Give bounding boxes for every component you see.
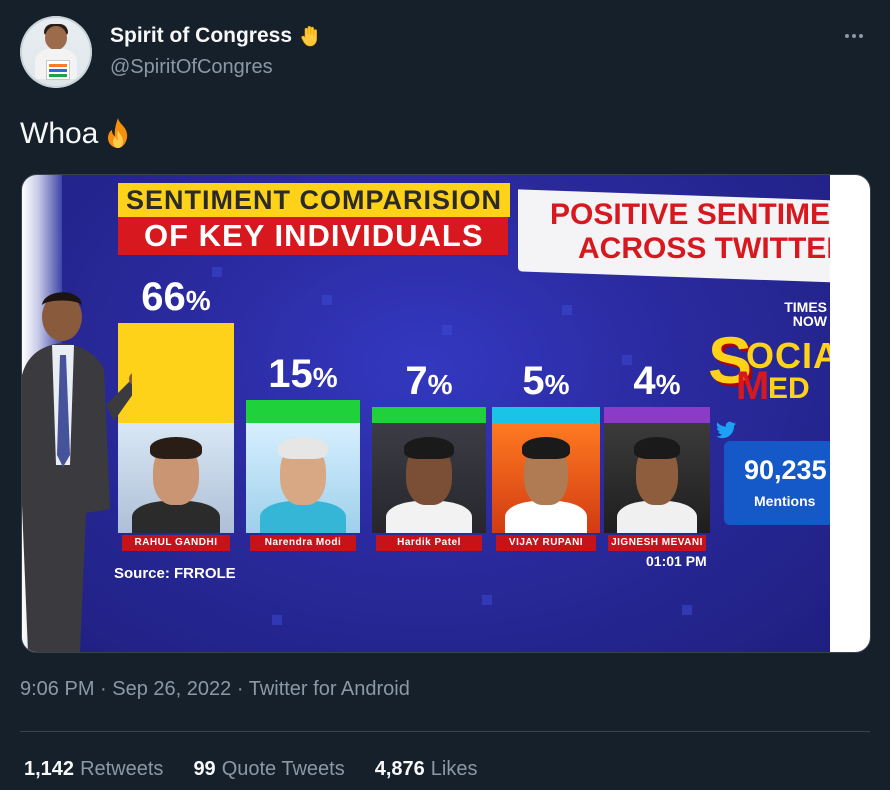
bar	[372, 407, 486, 423]
mentions-count: 90,235	[744, 455, 827, 485]
retweets-label: Retweets	[80, 758, 164, 780]
graphic-source: Source: FRROLE	[114, 565, 236, 582]
bar	[604, 407, 710, 423]
avatar[interactable]	[20, 16, 92, 88]
candidate-photo	[118, 423, 234, 533]
candidate-photo	[372, 423, 486, 533]
tv-graphic: SENTIMENT COMPARISION OF KEY INDIVIDUALS…	[22, 175, 830, 652]
fire-icon	[100, 116, 136, 152]
meta-separator: ·	[236, 678, 249, 700]
tweet-date-link[interactable]: Sep 26, 2022	[112, 678, 231, 700]
likes-stat[interactable]: 4,876 Likes	[375, 758, 478, 781]
bar-value-label: 5%	[522, 359, 570, 403]
quote-tweets-count: 99	[193, 758, 216, 780]
tweet-stats: 1,142 Retweets 99 Quote Tweets 4,876 Lik…	[24, 758, 478, 781]
graphic-title-line2: OF KEY INDIVIDUALS	[118, 217, 508, 255]
tweet-text: Whoa	[20, 116, 136, 152]
bar-value-label: 4%	[633, 359, 681, 403]
retweets-count: 1,142	[24, 758, 75, 780]
meta-separator: ·	[100, 678, 113, 700]
tweet-media-image[interactable]: SENTIMENT COMPARISION OF KEY INDIVIDUALS…	[21, 174, 871, 653]
candidate-photo	[246, 423, 360, 533]
display-name[interactable]: Spirit of Congress	[110, 24, 292, 48]
bar	[118, 323, 234, 423]
dot-icon	[845, 34, 849, 38]
tweet-meta: 9:06 PM · Sep 26, 2022 · Twitter for And…	[20, 678, 410, 701]
bar-value-label: 66%	[141, 275, 211, 319]
graphic-title: SENTIMENT COMPARISION OF KEY INDIVIDUALS	[118, 183, 510, 255]
bar	[246, 400, 360, 423]
candidate-name-label: RAHUL GANDHI	[122, 535, 230, 551]
likes-label: Likes	[430, 758, 478, 780]
bar-value-label: 15%	[268, 352, 338, 396]
mentions-label: Mentions	[754, 493, 816, 509]
times-now-logo: TIMES NOW	[784, 299, 827, 329]
raised-hand-icon	[298, 24, 322, 48]
graphic-subtitle-line2: ACROSS TWITTER	[578, 232, 830, 265]
graphic-time: 01:01 PM	[646, 553, 707, 569]
bar-value-label: 7%	[405, 359, 453, 403]
candidate-name-label: JIGNESH MEVANI	[608, 535, 706, 551]
tweet-source-link[interactable]: Twitter for Android	[249, 678, 410, 700]
author-name-row[interactable]: Spirit of Congress	[110, 24, 322, 48]
mentions-box: 90,235 Mentions	[724, 441, 830, 525]
candidate-name-label: Hardik Patel	[376, 535, 482, 551]
dot-icon	[852, 34, 856, 38]
twitter-bird-icon	[716, 421, 736, 439]
candidate-name-label: VIJAY RUPANI	[496, 535, 596, 551]
retweets-stat[interactable]: 1,142 Retweets	[24, 758, 163, 781]
tweet-time-link[interactable]: 9:06 PM	[20, 678, 94, 700]
likes-count: 4,876	[374, 758, 425, 780]
candidate-photo	[604, 423, 710, 533]
more-options-button[interactable]	[840, 26, 868, 46]
dot-icon	[859, 34, 863, 38]
quote-tweets-label: Quote Tweets	[221, 758, 345, 780]
candidate-name-label: Narendra Modi	[250, 535, 356, 551]
graphic-subtitle-line1: POSITIVE SENTIMENT	[550, 198, 830, 231]
quote-tweets-stat[interactable]: 99 Quote Tweets	[193, 758, 344, 781]
author-handle[interactable]: @SpiritOfCongres	[110, 56, 273, 79]
tweet: Spirit of Congress @SpiritOfCongres Whoa	[0, 0, 890, 790]
presenter	[22, 275, 143, 652]
candidate-photo	[492, 423, 600, 533]
graphic-title-line1: SENTIMENT COMPARISION	[118, 183, 510, 217]
divider	[20, 731, 870, 732]
tweet-text-content: Whoa	[20, 117, 99, 150]
bar	[492, 407, 600, 423]
social-media-logo: S OCIA M ED	[708, 323, 830, 408]
